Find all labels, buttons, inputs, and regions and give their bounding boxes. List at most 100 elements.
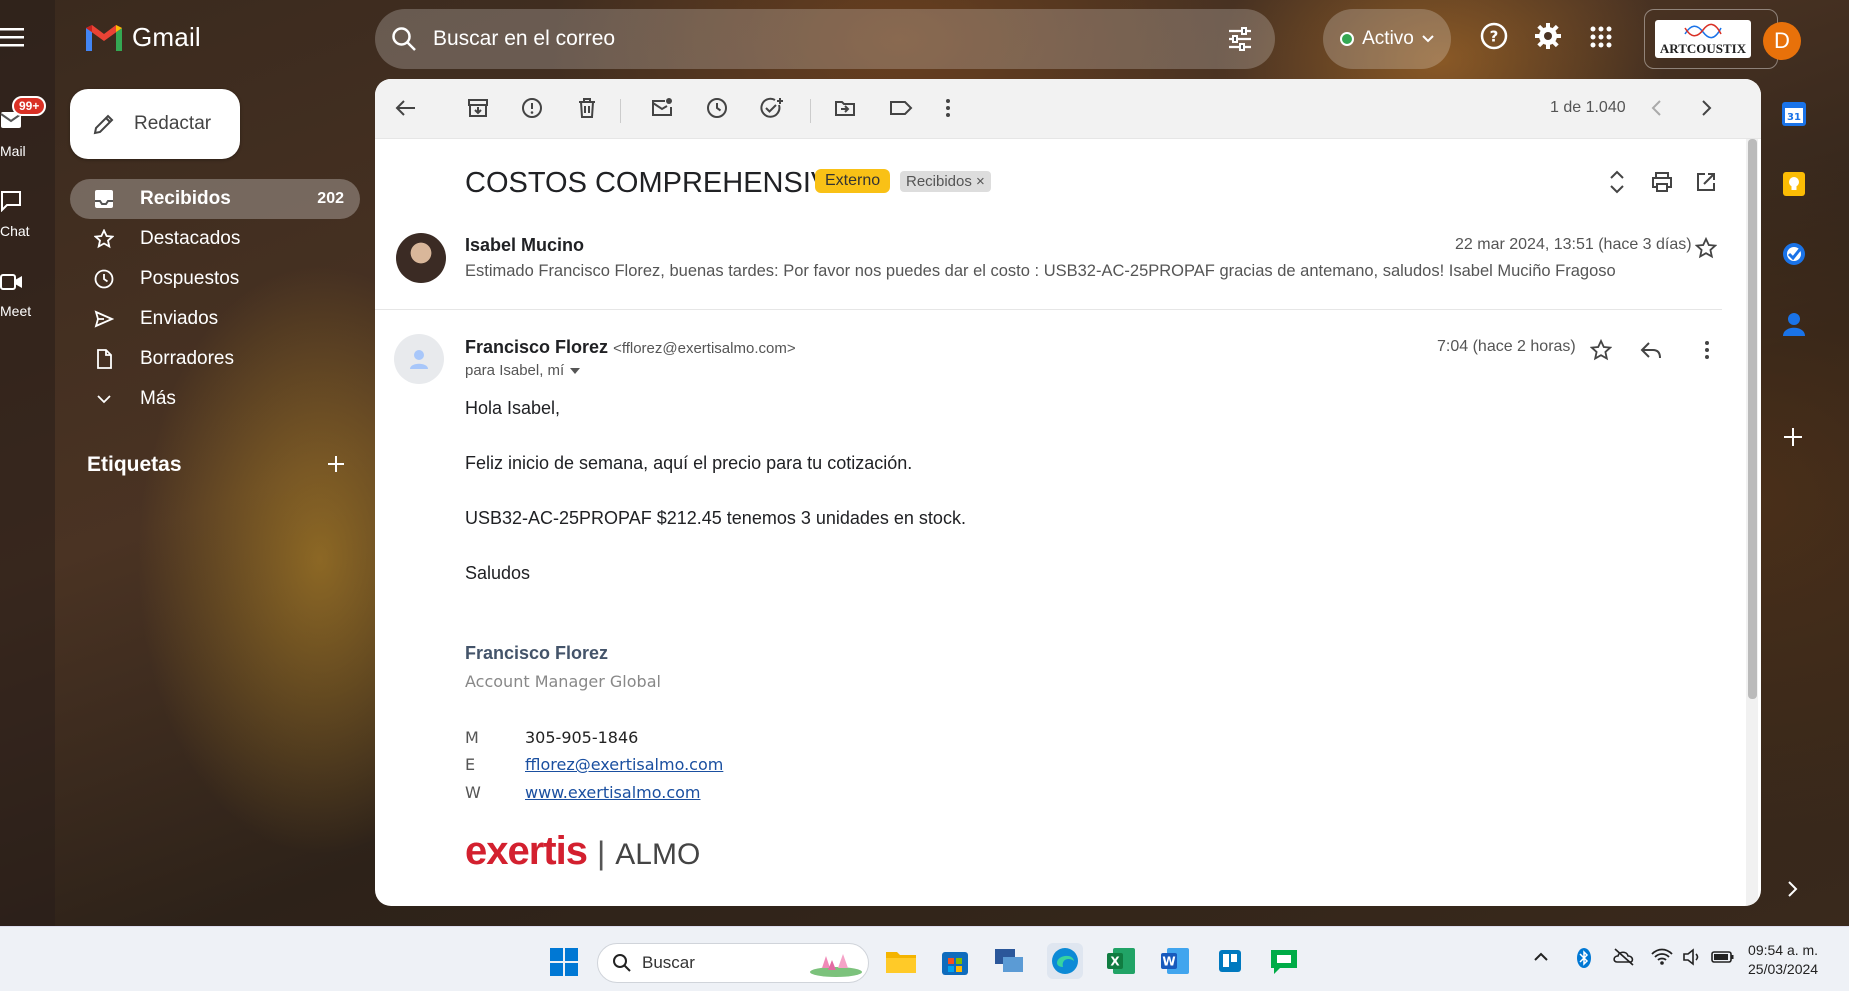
rail-chat[interactable]: Chat — [0, 190, 55, 240]
search-options-icon[interactable] — [1227, 26, 1253, 52]
nav-item-inbox[interactable]: Recibidos 202 — [70, 179, 360, 219]
chevron-down-icon — [92, 394, 116, 404]
inbox-icon — [92, 189, 116, 209]
message-sender[interactable]: Francisco Florez <fflorez@exertisalmo.co… — [465, 337, 796, 358]
organization-logo: ARTCOUSTIX — [1655, 20, 1751, 58]
add-label-icon[interactable] — [326, 454, 346, 474]
inbox-unread-count: 202 — [317, 190, 344, 207]
archive-icon[interactable] — [467, 97, 489, 119]
app-name: Gmail — [132, 22, 201, 52]
main-menu-icon[interactable] — [0, 26, 26, 48]
account-switcher[interactable]: ARTCOUSTIX D — [1644, 9, 1801, 69]
snooze-clock-icon[interactable] — [706, 97, 728, 119]
chat-icon — [0, 190, 22, 212]
company-logo-primary: exertis — [465, 829, 588, 873]
contacts-icon[interactable] — [1781, 311, 1807, 337]
remote-desktop-icon[interactable] — [991, 943, 1027, 979]
microsoft-store-icon[interactable] — [937, 943, 973, 979]
tasks-icon[interactable] — [1781, 241, 1807, 267]
recipients-text: para Isabel, mí — [465, 362, 565, 379]
recipients-toggle[interactable]: para Isabel, mí — [465, 362, 581, 379]
video-camera-icon — [0, 272, 24, 292]
scrollbar-thumb[interactable] — [1748, 139, 1757, 699]
body-paragraph: USB32-AC-25PROPAF $212.45 tenemos 3 unid… — [465, 508, 966, 528]
message-sender[interactable]: Isabel Mucino — [465, 235, 584, 256]
external-tag: Externo — [815, 169, 891, 193]
clock-icon — [92, 269, 116, 289]
move-to-folder-icon[interactable] — [834, 97, 856, 119]
help-icon[interactable]: ? — [1480, 22, 1508, 50]
next-chevron-icon[interactable] — [1699, 97, 1713, 119]
status-selector[interactable]: Activo — [1323, 9, 1451, 69]
file-explorer-icon[interactable] — [883, 943, 919, 979]
nav-item-snoozed[interactable]: Pospuestos — [70, 259, 360, 299]
search-icon[interactable] — [391, 26, 417, 52]
email-view-panel: 1 de 1.040 COSTOS COMPREHENSIVE Externo … — [375, 79, 1761, 906]
message-body: Hola Isabel, Feliz inicio de semana, aqu… — [465, 397, 966, 617]
system-clock[interactable]: 09:54 a. m. 25/03/2024 — [1748, 941, 1818, 979]
gmail-logo[interactable]: Gmail — [84, 22, 201, 53]
bluetooth-icon[interactable] — [1576, 947, 1592, 969]
show-hidden-icons-chevron-icon[interactable] — [1533, 947, 1549, 967]
word-icon[interactable]: W — [1157, 943, 1193, 979]
more-vertical-icon[interactable] — [945, 97, 951, 119]
volume-icon[interactable] — [1682, 947, 1704, 967]
windows-start-icon[interactable] — [549, 947, 579, 977]
signature-email-link[interactable]: fflorez@exertisalmo.com — [525, 755, 723, 774]
battery-icon[interactable] — [1711, 947, 1735, 967]
nav-item-label: Recibidos — [140, 188, 231, 209]
nav-item-drafts[interactable]: Borradores — [70, 339, 360, 379]
expand-collapse-icon[interactable] — [1608, 170, 1626, 194]
compose-button[interactable]: Redactar — [70, 89, 240, 159]
google-chat-icon[interactable] — [1266, 943, 1302, 979]
report-spam-icon[interactable] — [521, 97, 543, 119]
signature-email-key: E — [465, 755, 476, 774]
search-input[interactable] — [433, 27, 1213, 51]
account-avatar[interactable]: D — [1763, 22, 1801, 60]
wifi-icon[interactable] — [1651, 947, 1673, 967]
status-label: Activo — [1362, 28, 1414, 49]
add-addon-icon[interactable] — [1781, 425, 1805, 449]
excel-icon[interactable]: X — [1103, 943, 1139, 979]
app-rail: Mail 99+ Chat Meet — [0, 0, 55, 926]
reply-icon[interactable] — [1640, 340, 1662, 360]
star-icon — [92, 229, 116, 249]
message-date: 22 mar 2024, 13:51 (hace 3 días) — [1455, 236, 1692, 253]
onedrive-sync-icon[interactable] — [1612, 947, 1636, 967]
signature-web-link[interactable]: www.exertisalmo.com — [525, 783, 701, 802]
add-task-icon[interactable] — [760, 97, 784, 119]
print-icon[interactable] — [1651, 171, 1673, 193]
open-new-window-icon[interactable] — [1695, 171, 1717, 193]
trash-icon[interactable] — [576, 97, 598, 119]
message-snippet[interactable]: Estimado Francisco Florez, buenas tardes… — [465, 262, 1615, 281]
message-divider — [375, 309, 1722, 310]
mark-unread-icon[interactable] — [651, 97, 673, 119]
more-vertical-icon[interactable] — [1704, 339, 1710, 361]
settings-gear-icon[interactable] — [1534, 22, 1562, 50]
edge-browser-icon[interactable] — [1047, 943, 1083, 979]
inbox-label-chip[interactable]: Recibidos × — [900, 171, 991, 192]
rail-meet[interactable]: Meet — [0, 270, 55, 320]
remove-label-icon[interactable]: × — [976, 173, 985, 190]
apps-grid-icon[interactable] — [1590, 26, 1612, 48]
nav-item-starred[interactable]: Destacados — [70, 219, 360, 259]
labels-heading: Etiquetas — [87, 453, 182, 476]
svg-text:W: W — [1162, 955, 1175, 969]
label-tag-icon[interactable] — [889, 97, 913, 119]
expand-panel-chevron-icon[interactable] — [1785, 879, 1799, 899]
calendar-icon[interactable]: 31 — [1781, 101, 1807, 127]
star-icon[interactable] — [1590, 339, 1612, 361]
signature-web-key: W — [465, 783, 481, 802]
nav-item-more[interactable]: Más — [70, 379, 360, 419]
nav-item-label: Pospuestos — [140, 268, 240, 289]
previous-chevron-icon[interactable] — [1650, 97, 1664, 119]
nav-item-sent[interactable]: Enviados — [70, 299, 360, 339]
keep-notes-icon[interactable] — [1781, 171, 1807, 197]
taskbar-search[interactable]: Buscar — [597, 943, 869, 983]
trello-icon[interactable] — [1212, 943, 1248, 979]
search-bar[interactable] — [375, 9, 1275, 69]
star-icon[interactable] — [1695, 237, 1717, 259]
message-date: 7:04 (hace 2 horas) — [1437, 338, 1576, 355]
signature-web-row: Wwww.exertisalmo.com — [465, 783, 701, 802]
back-arrow-icon[interactable] — [395, 97, 417, 119]
